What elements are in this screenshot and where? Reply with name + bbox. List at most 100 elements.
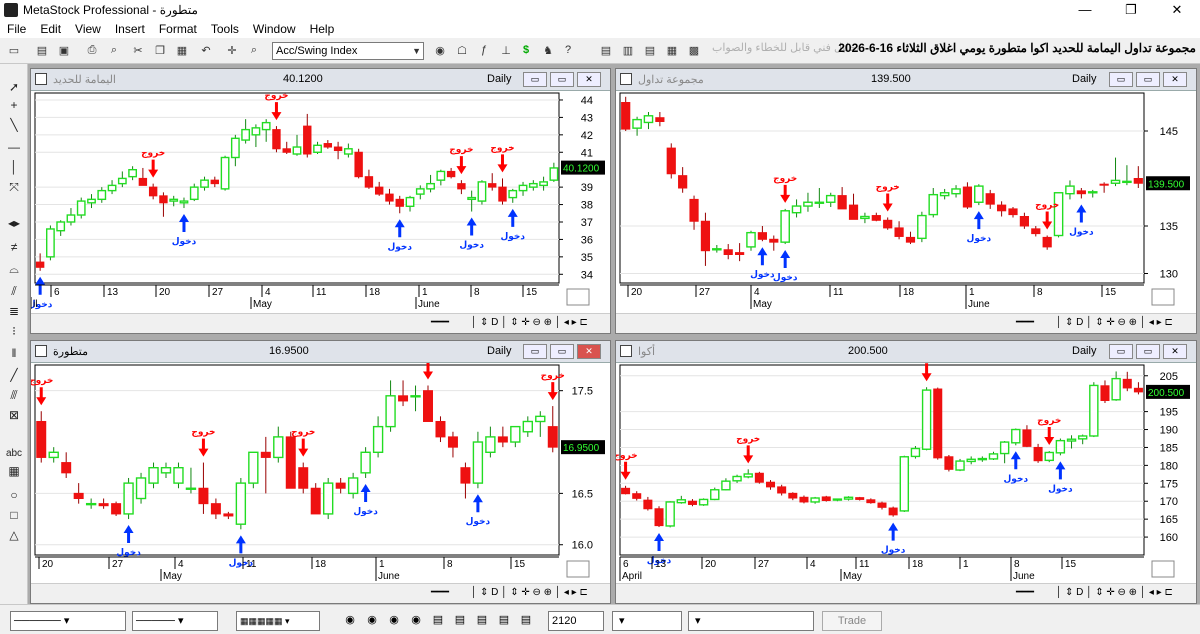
menu-help[interactable]: Help [303, 22, 342, 36]
maximize-button[interactable]: ❐ [1108, 0, 1154, 20]
menu-edit[interactable]: Edit [33, 22, 68, 36]
price-chart[interactable]: 17.516.516.0خروجخروجخروجخروجخروجدخولدخول… [31, 363, 610, 583]
chart-nav-controls[interactable]: │ ⇕ D │ ⇕ ✛ ⊖ ⊕ │ ◂ ▸ ⊏ [1056, 587, 1173, 598]
browser-icon[interactable]: ◉ [364, 613, 380, 629]
window-close-button[interactable]: ✕ [1163, 72, 1187, 87]
chart-window-yamamah[interactable]: اليمامة للحديد 40.1200 Daily ▭ ▭ ✕ 44 43 4… [30, 68, 611, 334]
window-layout-icon[interactable]: ▤ [474, 613, 490, 629]
chart-scroll-bar[interactable]: ━━━ │ ⇕ D │ ⇕ ✛ ⊖ ⊕ │ ◂ ▸ ⊏ [31, 583, 610, 603]
window-close-button[interactable]: ✕ [577, 72, 601, 87]
chart-window-titlebar[interactable]: اليمامة للحديد 40.1200 Daily ▭ ▭ ✕ [31, 69, 610, 91]
window-layout-icon[interactable]: ▤ [496, 613, 512, 629]
line-style-select[interactable]: ────── ▾ [10, 611, 126, 631]
expert-advisor-icon[interactable]: ◉ [432, 42, 448, 58]
chart-scroll-bar[interactable]: ━━━ │ ⇕ D │ ⇕ ✛ ⊖ ⊕ │ ◂ ▸ ⊏ [31, 313, 610, 333]
tile-vertical-icon[interactable]: ▥ [620, 42, 636, 58]
scroll-arrows-icon[interactable]: ◂▸ [4, 214, 24, 232]
copy-icon[interactable]: ❐ [152, 42, 168, 58]
pointer-icon[interactable]: ➚ [4, 78, 24, 96]
window-layout-icon[interactable]: ▤ [452, 613, 468, 629]
paste-icon[interactable]: ▦ [174, 42, 190, 58]
ellipse-icon[interactable]: ○ [4, 486, 24, 504]
browser-icon[interactable]: ◉ [408, 613, 424, 629]
chart-window-titlebar[interactable]: مجموعة تداول 139.500 Daily ▭ ▭ ✕ [616, 69, 1196, 91]
cascade-windows-icon[interactable]: ▤ [598, 42, 614, 58]
price-chart[interactable]: 205195190185180175170165160خروجخروجخروجخ… [616, 363, 1196, 583]
open-folder-icon[interactable]: ▤ [34, 42, 50, 58]
formula-icon[interactable]: ƒ [476, 42, 492, 58]
rectangle-icon[interactable]: □ [4, 506, 24, 524]
close-button[interactable]: ✕ [1154, 0, 1200, 20]
zoom-slider[interactable]: ━━━ [431, 317, 449, 328]
grid-tool-icon[interactable]: ▦ [4, 462, 24, 480]
arc-icon[interactable]: ⌓ [4, 260, 24, 278]
explorer-icon[interactable]: ☖ [454, 42, 470, 58]
window-minimize-button[interactable]: ▭ [523, 72, 547, 87]
zoom-slider[interactable]: ━━━ [1016, 587, 1034, 598]
gann-grid-icon[interactable]: ⊠ [4, 406, 24, 424]
channel-icon[interactable]: ≠ [4, 238, 24, 256]
trendline-icon[interactable]: ╲ [4, 116, 24, 134]
vertical-line-icon[interactable]: │ [4, 158, 24, 176]
line-weight-select[interactable]: ───── ▾ [132, 611, 218, 631]
zoom-slider[interactable]: ━━━ [1016, 317, 1034, 328]
fan-lines-icon[interactable]: ⫽ [4, 282, 24, 300]
price-chart[interactable]: 44434241393837363534خروجخروجخروج خروجدخول… [31, 91, 610, 313]
triangle-icon[interactable]: △ [4, 526, 24, 544]
line-tool-icon[interactable]: ╱ [4, 366, 24, 384]
trade-button[interactable]: Trade [822, 611, 882, 631]
undo-icon[interactable]: ↶ [198, 42, 214, 58]
chart-nav-controls[interactable]: │ ⇕ D │ ⇕ ✛ ⊖ ⊕ │ ◂ ▸ ⊏ [471, 317, 588, 328]
speed-lines-icon[interactable]: ⫻ [4, 386, 24, 404]
window-restore-button[interactable]: ▭ [1136, 72, 1160, 87]
help-icon[interactable]: ? [560, 42, 576, 58]
browser-icon[interactable]: ◉ [386, 613, 402, 629]
chart-window-titlebar[interactable]: أكوا 200.500 Daily ▭ ▭ ✕ [616, 341, 1196, 363]
window-restore-button[interactable]: ▭ [550, 72, 574, 87]
menu-tools[interactable]: Tools [204, 22, 246, 36]
system-tester-icon[interactable]: ⊥ [498, 42, 514, 58]
cycle-line-icon[interactable]: ⤧ [4, 178, 24, 196]
menu-file[interactable]: File [0, 22, 33, 36]
time-zones-icon[interactable]: ‖ [4, 344, 24, 362]
menu-window[interactable]: Window [246, 22, 303, 36]
tile-horizontal-icon[interactable]: ▤ [642, 42, 658, 58]
print-icon[interactable]: ⎙ [84, 42, 100, 58]
color-palette[interactable]: ▦▦▦▦▦ ▾ [236, 611, 320, 631]
window-minimize-button[interactable]: ▭ [1109, 72, 1133, 87]
chart-window-acwa[interactable]: أكوا 200.500 Daily ▭ ▭ ✕ 205 195 190 185 180… [615, 340, 1197, 604]
window-minimize-button[interactable]: ▭ [523, 344, 547, 359]
binoculars-icon[interactable]: ♞ [540, 42, 556, 58]
horizontal-line-icon[interactable]: — [4, 138, 24, 156]
retracement-icon[interactable]: ⁝ [4, 322, 24, 340]
browser-icon[interactable]: ◉ [342, 613, 358, 629]
tile-grid-icon[interactable]: ▦ [664, 42, 680, 58]
status-select-1[interactable]: ▾ [612, 611, 682, 631]
new-file-icon[interactable]: ▭ [6, 42, 22, 58]
chart-window-mutatawira[interactable]: متطورة 16.9500 Daily ▭ ▭ ✕ 17.5 16.5 16.0 خ… [30, 340, 611, 604]
zoom-slider[interactable]: ━━━ [431, 587, 449, 598]
chart-window-titlebar[interactable]: متطورة 16.9500 Daily ▭ ▭ ✕ [31, 341, 610, 363]
menu-view[interactable]: View [68, 22, 108, 36]
menu-format[interactable]: Format [152, 22, 204, 36]
fibonacci-icon[interactable]: ≣ [4, 302, 24, 320]
indicator-select[interactable]: Acc/Swing Index ▼ [272, 42, 424, 60]
window-restore-button[interactable]: ▭ [1136, 344, 1160, 359]
save-icon[interactable]: ▣ [56, 42, 72, 58]
window-layout-icon[interactable]: ▤ [518, 613, 534, 629]
value-box[interactable]: 2120 [548, 611, 604, 631]
cut-icon[interactable]: ✂ [130, 42, 146, 58]
chart-scroll-bar[interactable]: ━━━ │ ⇕ D │ ⇕ ✛ ⊖ ⊕ │ ◂ ▸ ⊏ [616, 583, 1196, 603]
menu-insert[interactable]: Insert [108, 22, 152, 36]
crosshair-tool-icon[interactable]: + [4, 96, 24, 114]
text-tool-icon[interactable]: abc [4, 444, 24, 462]
chart-scroll-bar[interactable]: ━━━ │ ⇕ D │ ⇕ ✛ ⊖ ⊕ │ ◂ ▸ ⊏ [616, 313, 1196, 333]
window-close-button[interactable]: ✕ [1163, 344, 1187, 359]
crosshair-icon[interactable]: ✛ [224, 42, 240, 58]
print-preview-icon[interactable]: ⌕ [106, 42, 122, 58]
status-select-2[interactable]: ▾ [688, 611, 814, 631]
dollar-icon[interactable]: $ [518, 42, 534, 58]
chart-nav-controls[interactable]: │ ⇕ D │ ⇕ ✛ ⊖ ⊕ │ ◂ ▸ ⊏ [471, 587, 588, 598]
minimize-button[interactable]: — [1062, 0, 1108, 20]
zoom-icon[interactable]: ⌕ [246, 42, 262, 58]
